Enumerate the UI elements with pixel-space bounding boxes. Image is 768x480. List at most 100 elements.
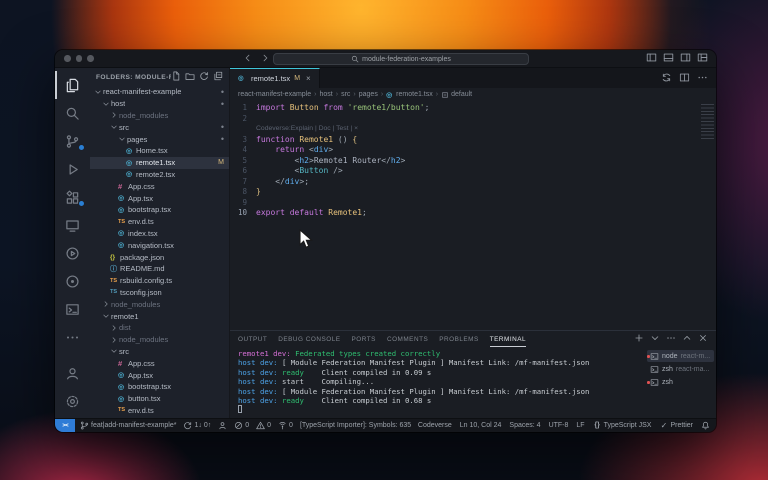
panel-tab-debug-console[interactable]: DEBUG CONSOLE [278, 331, 340, 347]
tree-item-env-d-ts[interactable]: TSenv.d.ts [90, 405, 229, 417]
tree-item-remote1[interactable]: remote1 [90, 310, 229, 322]
activity-search[interactable] [55, 99, 90, 127]
breadcrumb-src[interactable]: src [341, 91, 350, 98]
tree-item-dist[interactable]: dist [90, 322, 229, 334]
breadcrumb-remote1-tsx[interactable]: ◎remote1.tsx [386, 91, 433, 99]
activity-extensions[interactable] [55, 183, 90, 211]
tree-item-node-modules[interactable]: node_modules [90, 298, 229, 310]
tree-item-app-tsx[interactable]: ◎App.tsx [90, 369, 229, 381]
activity-more[interactable] [55, 323, 90, 351]
tree-item-package-json[interactable]: {}package.json [90, 251, 229, 263]
terminal-instance-zsh[interactable]: zsh [647, 376, 714, 388]
tree-item-bootstrap-tsx[interactable]: ◎bootstrap.tsx [90, 381, 229, 393]
status-errors[interactable]: 0 [234, 421, 249, 430]
activity-run-debug[interactable] [55, 155, 90, 183]
panel-more-button[interactable] [666, 333, 676, 345]
status-notifications[interactable] [701, 421, 710, 430]
tree-item-button-tsx[interactable]: ◎button.tsx [90, 393, 229, 405]
close-window-button[interactable] [64, 55, 71, 62]
status-warnings[interactable]: 0 [256, 421, 271, 430]
tree-item-node-modules[interactable]: node_modules [90, 110, 229, 122]
activity-account[interactable] [55, 359, 90, 387]
status-eol[interactable]: LF [576, 422, 584, 429]
panel-chev-up-button[interactable] [682, 333, 692, 345]
close-tab-icon[interactable]: × [306, 74, 311, 83]
status-language-mode[interactable]: {}TypeScript JSX [593, 421, 652, 430]
history-back-button[interactable] [243, 53, 253, 65]
status-ports[interactable]: 0 [278, 421, 293, 430]
code-editor[interactable]: 1import Button from 'remote1/button';2Co… [230, 101, 716, 330]
open-changes-button[interactable] [661, 72, 672, 85]
new-folder-button[interactable] [185, 71, 195, 83]
activity-settings[interactable] [55, 387, 90, 415]
layout-custom-button[interactable] [697, 52, 708, 65]
panel-tab-output[interactable]: OUTPUT [238, 331, 267, 347]
panel-tab-problems[interactable]: PROBLEMS [439, 331, 479, 347]
zoom-window-button[interactable] [87, 55, 94, 62]
status-encoding[interactable]: UTF-8 [549, 422, 569, 429]
status-git-sync[interactable]: 1↓ 0↑ [183, 421, 211, 430]
status-indentation[interactable]: Spaces: 4 [509, 422, 540, 429]
activity-explorer[interactable] [55, 71, 90, 99]
layout-panel-button[interactable] [663, 52, 674, 65]
activity-terminal[interactable] [55, 295, 90, 323]
minimap[interactable] [701, 104, 714, 140]
tree-item-bootstrap-tsx[interactable]: ◎bootstrap.tsx [90, 204, 229, 216]
panel-tab-ports[interactable]: PORTS [352, 331, 376, 347]
tree-item-readme-md[interactable]: ⓘREADME.md [90, 263, 229, 275]
breadcrumb-pages[interactable]: pages [359, 91, 378, 98]
tree-item-src[interactable]: src• [90, 121, 229, 133]
codelens-actions[interactable]: Codeverse:Explain | Doc | Test | × [256, 124, 358, 135]
history-forward-button[interactable] [260, 53, 270, 65]
breadcrumb-default[interactable]: default [441, 91, 472, 99]
tree-item-app-css[interactable]: #App.css [90, 180, 229, 192]
layout-sidebar-left-button[interactable] [646, 52, 657, 65]
status-ts-importer[interactable]: [TypeScript Importer]: Symbols: 635 [300, 422, 411, 429]
panel-chev-down-button[interactable] [650, 333, 660, 345]
editor-tab-remote1[interactable]: ◎ remote1.tsx M × [230, 68, 320, 88]
activity-source-control[interactable] [55, 127, 90, 155]
tree-item-app-css[interactable]: #App.css [90, 357, 229, 369]
panel-tab-terminal[interactable]: TERMINAL [490, 331, 526, 347]
split-editor-button[interactable] [679, 72, 690, 85]
explorer-section-header[interactable]: FOLDERS: MODULE-FE... [96, 74, 171, 81]
panel-tab-comments[interactable]: COMMENTS [387, 331, 428, 347]
tree-item-home-tsx[interactable]: ◎Home.tsx [90, 145, 229, 157]
status-cursor-position[interactable]: Ln 10, Col 24 [460, 422, 502, 429]
tree-item-navigation-tsx[interactable]: ◎navigation.tsx [90, 239, 229, 251]
terminal-instance-node[interactable]: nodereact-m... [647, 350, 714, 362]
tree-item-react-manifest-example[interactable]: react-manifest-example• [90, 86, 229, 98]
terminal-output[interactable]: remote1 dev: Federated types created cor… [230, 347, 644, 418]
layout-sidebar-right-button[interactable] [680, 52, 691, 65]
panel-close-button[interactable] [698, 333, 708, 345]
breadcrumb-react-manifest-example[interactable]: react-manifest-example [238, 91, 311, 98]
breadcrumb-host[interactable]: host [319, 91, 332, 98]
tree-item-host[interactable]: host• [90, 98, 229, 110]
terminal-instance-zsh[interactable]: zshreact-ma... [647, 363, 714, 375]
more-button[interactable] [697, 72, 708, 85]
minimize-window-button[interactable] [76, 55, 83, 62]
tree-item-remote1-tsx[interactable]: ◎remote1.tsxM [90, 157, 229, 169]
tree-item-index-tsx[interactable]: ◎index.tsx [90, 228, 229, 240]
tree-item-env-d-ts[interactable]: TSenv.d.ts [90, 216, 229, 228]
status-live-share[interactable] [218, 421, 227, 430]
status-codeverse[interactable]: Codeverse [418, 422, 452, 429]
status-git-branch[interactable]: feat|add-manifest-example* [80, 421, 176, 430]
collapse-all-button[interactable] [213, 71, 223, 83]
panel-plus-button[interactable] [634, 333, 644, 345]
tree-item-remote2-tsx[interactable]: ◎remote2.tsx [90, 169, 229, 181]
activity-codeverse[interactable] [55, 267, 90, 295]
status-formatter[interactable]: ✓Prettier [659, 421, 693, 430]
activity-remote-explorer[interactable] [55, 211, 90, 239]
tree-item-tsconfig-json[interactable]: TStsconfig.json [90, 287, 229, 299]
activity-run-circle[interactable] [55, 239, 90, 267]
tree-item-pages[interactable]: pages• [90, 133, 229, 145]
tree-item-node-modules[interactable]: node_modules [90, 334, 229, 346]
tree-item-rsbuild-config-ts[interactable]: TSrsbuild.config.ts [90, 275, 229, 287]
command-center-search[interactable]: module-federation-examples [273, 53, 529, 65]
refresh-button[interactable] [199, 71, 209, 83]
tree-item-src[interactable]: src [90, 346, 229, 358]
new-file-button[interactable] [171, 71, 181, 83]
remote-indicator[interactable]: >< [55, 419, 75, 433]
tree-item-app-tsx[interactable]: ◎App.tsx [90, 192, 229, 204]
